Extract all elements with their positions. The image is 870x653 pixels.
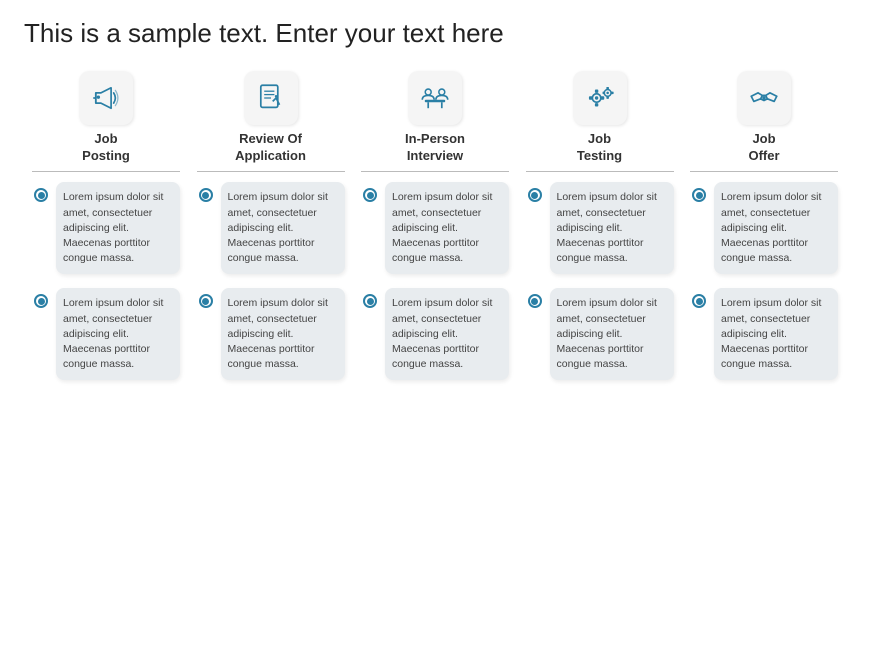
job-offer-label: JobOffer — [748, 131, 779, 165]
icon-col-in-person-interview: In-PersonInterview — [361, 71, 509, 165]
bullet-outer — [692, 294, 706, 308]
bullet-job-posting-card1 — [32, 182, 50, 202]
bullet-outer — [528, 188, 542, 202]
divider-col-0 — [32, 171, 180, 173]
card-in-person-interview-card1: Lorem ipsum dolor sit amet, consectetuer… — [385, 182, 509, 274]
divider-line-2 — [361, 171, 509, 173]
cards-row-1: Lorem ipsum dolor sit amet, consectetuer… — [24, 182, 846, 274]
card-col-job-offer-card2: Lorem ipsum dolor sit amet, consectetuer… — [690, 288, 838, 380]
bullet-inner — [696, 298, 703, 305]
card-review-application-card1: Lorem ipsum dolor sit amet, consectetuer… — [221, 182, 345, 274]
icon-col-job-testing: JobTesting — [526, 71, 674, 165]
timeline-section: JobPosting Review OfApplication In-Perso… — [24, 71, 846, 394]
job-testing-label: JobTesting — [577, 131, 622, 165]
card-job-testing-card1: Lorem ipsum dolor sit amet, consectetuer… — [550, 182, 674, 274]
bullet-outer — [528, 294, 542, 308]
bullet-outer — [34, 188, 48, 202]
bullet-inner — [531, 192, 538, 199]
page: This is a sample text. Enter your text h… — [0, 0, 870, 653]
cards-row-2: Lorem ipsum dolor sit amet, consectetuer… — [24, 288, 846, 380]
main-title: This is a sample text. Enter your text h… — [24, 18, 846, 49]
card-job-testing-card2: Lorem ipsum dolor sit amet, consectetuer… — [550, 288, 674, 380]
bullet-inner — [202, 192, 209, 199]
bullet-review-application-card2 — [197, 288, 215, 308]
job-posting-label: JobPosting — [82, 131, 130, 165]
card-col-in-person-interview-card2: Lorem ipsum dolor sit amet, consectetuer… — [361, 288, 509, 380]
bullet-job-testing-card1 — [526, 182, 544, 202]
card-job-offer-card2: Lorem ipsum dolor sit amet, consectetuer… — [714, 288, 838, 380]
bullet-inner — [38, 192, 45, 199]
divider-col-3 — [526, 171, 674, 173]
bullet-inner — [38, 298, 45, 305]
job-testing-icon-box — [573, 71, 627, 125]
card-col-job-testing-card2: Lorem ipsum dolor sit amet, consectetuer… — [526, 288, 674, 380]
card-review-application-card2: Lorem ipsum dolor sit amet, consectetuer… — [221, 288, 345, 380]
card-col-review-application-card2: Lorem ipsum dolor sit amet, consectetuer… — [197, 288, 345, 380]
in-person-interview-label: In-PersonInterview — [405, 131, 465, 165]
icon-col-job-offer: JobOffer — [690, 71, 838, 165]
bullet-outer — [34, 294, 48, 308]
divider-line-3 — [526, 171, 674, 173]
bullet-outer — [363, 294, 377, 308]
icon-col-job-posting: JobPosting — [32, 71, 180, 165]
divider-line-1 — [197, 171, 345, 173]
icon-row: JobPosting Review OfApplication In-Perso… — [24, 71, 846, 165]
card-in-person-interview-card2: Lorem ipsum dolor sit amet, consectetuer… — [385, 288, 509, 380]
bullet-in-person-interview-card1 — [361, 182, 379, 202]
bullet-outer — [692, 188, 706, 202]
job-posting-icon-box — [79, 71, 133, 125]
job-offer-icon-box — [737, 71, 791, 125]
bullet-outer — [199, 294, 213, 308]
card-job-posting-card2: Lorem ipsum dolor sit amet, consectetuer… — [56, 288, 180, 380]
in-person-interview-icon-box — [408, 71, 462, 125]
card-col-job-posting-card2: Lorem ipsum dolor sit amet, consectetuer… — [32, 288, 180, 380]
bullet-inner — [531, 298, 538, 305]
card-job-posting-card1: Lorem ipsum dolor sit amet, consectetuer… — [56, 182, 180, 274]
bullet-job-posting-card2 — [32, 288, 50, 308]
bullet-outer — [199, 188, 213, 202]
divider-line-0 — [32, 171, 180, 173]
bullet-review-application-card1 — [197, 182, 215, 202]
bullet-outer — [363, 188, 377, 202]
card-job-offer-card1: Lorem ipsum dolor sit amet, consectetuer… — [714, 182, 838, 274]
icon-col-review-application: Review OfApplication — [197, 71, 345, 165]
divider-col-1 — [197, 171, 345, 173]
card-col-job-testing-card1: Lorem ipsum dolor sit amet, consectetuer… — [526, 182, 674, 274]
card-col-job-offer-card1: Lorem ipsum dolor sit amet, consectetuer… — [690, 182, 838, 274]
card-col-review-application-card1: Lorem ipsum dolor sit amet, consectetuer… — [197, 182, 345, 274]
divider-row — [24, 171, 846, 173]
divider-col-2 — [361, 171, 509, 173]
bullet-in-person-interview-card2 — [361, 288, 379, 308]
bullet-inner — [202, 298, 209, 305]
bullet-job-offer-card1 — [690, 182, 708, 202]
bullet-job-offer-card2 — [690, 288, 708, 308]
card-col-in-person-interview-card1: Lorem ipsum dolor sit amet, consectetuer… — [361, 182, 509, 274]
divider-col-4 — [690, 171, 838, 173]
bullet-inner — [367, 192, 374, 199]
divider-line-4 — [690, 171, 838, 173]
card-col-job-posting-card1: Lorem ipsum dolor sit amet, consectetuer… — [32, 182, 180, 274]
review-application-icon-box — [244, 71, 298, 125]
review-application-label: Review OfApplication — [235, 131, 306, 165]
bullet-job-testing-card2 — [526, 288, 544, 308]
bullet-inner — [696, 192, 703, 199]
bullet-inner — [367, 298, 374, 305]
